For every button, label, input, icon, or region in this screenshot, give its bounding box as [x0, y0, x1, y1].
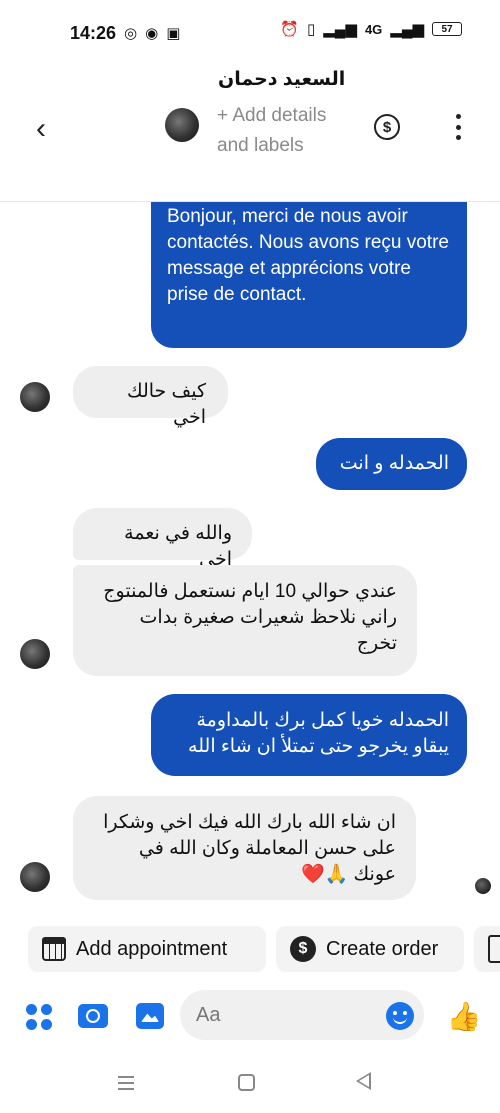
more-vertical-icon	[455, 114, 461, 119]
status-bar: 14:26 ◎ ◉ ▣ ⏰ ▯ ▂▄▆ 4G ▂▄▆ 57	[0, 0, 500, 66]
calendar-icon	[42, 937, 66, 961]
apps-icon[interactable]	[26, 1004, 52, 1030]
signal-icon: ▂▄▆	[323, 21, 357, 38]
contact-avatar[interactable]	[165, 108, 199, 142]
create-order-button[interactable]: $ Create order	[276, 926, 464, 972]
dollar-icon: $	[382, 118, 392, 136]
instagram-icon: ▣	[166, 25, 181, 42]
conversation-header: ‹ السعيد دحمان + Add details and labels …	[0, 66, 500, 202]
thumbs-up-icon[interactable]: 👍	[447, 1000, 482, 1032]
message-bubble-incoming[interactable]: ان شاء الله بارك الله فيك اخي وشكرا على …	[73, 796, 416, 900]
add-details-link[interactable]: + Add details and labels	[217, 101, 347, 161]
vibrate-icon: ▯	[306, 21, 316, 38]
status-left: 14:26 ◎ ◉ ▣	[70, 23, 180, 44]
add-appointment-label: Add appointment	[76, 937, 228, 960]
status-right: ⏰ ▯ ▂▄▆ 4G ▂▄▆ 57	[280, 20, 462, 38]
seen-indicator-avatar	[475, 878, 491, 894]
message-bubble-incoming[interactable]: كيف حالك اخي	[73, 366, 228, 428]
messenger-icon: ◉	[145, 25, 159, 42]
alarm-icon: ⏰	[280, 21, 299, 38]
message-composer: Aa 👍	[0, 988, 500, 1044]
recent-apps-button[interactable]	[118, 1076, 134, 1090]
message-input-placeholder: Aa	[196, 1003, 221, 1026]
home-button[interactable]	[238, 1074, 255, 1091]
message-bubble-outgoing[interactable]: الحمدله خويا كمل برك بالمداومة يبقاو يخر…	[151, 694, 467, 776]
emoji-icon[interactable]	[386, 1002, 414, 1030]
contact-avatar-small	[20, 382, 50, 412]
image-icon[interactable]	[136, 1003, 164, 1029]
back-nav-button[interactable]	[356, 1072, 371, 1090]
message-bubble-incoming[interactable]: والله في نعمة اخي	[73, 508, 252, 570]
battery-indicator: 57	[432, 22, 462, 36]
back-button[interactable]: ‹	[24, 112, 58, 146]
chevron-left-icon: ‹	[36, 112, 46, 145]
create-order-label: Create order	[326, 937, 439, 960]
quick-actions-bar: Add appointment $ Create order	[0, 926, 500, 972]
dollar-button[interactable]: $	[374, 114, 400, 140]
message-bubble-outgoing[interactable]: Bonjour, merci de nous avoir contactés. …	[151, 202, 467, 348]
status-time: 14:26	[70, 22, 117, 43]
dollar-circle-icon: $	[290, 936, 316, 962]
signal-icon: ▂▄▆	[390, 21, 424, 38]
more-quick-action-button[interactable]	[474, 926, 500, 972]
message-bubble-outgoing[interactable]: الحمدله و انت	[316, 438, 467, 490]
contact-avatar-small	[20, 862, 50, 892]
document-icon	[488, 935, 500, 963]
contact-name[interactable]: السعيد دحمان	[218, 68, 345, 91]
camera-icon[interactable]	[78, 1004, 108, 1028]
system-navigation-bar	[0, 1060, 500, 1113]
message-bubble-incoming[interactable]: عندي حوالي 10 ايام نستعمل فالمنتوج راني …	[73, 565, 417, 676]
contact-avatar-small	[20, 639, 50, 669]
network-type-label: 4G	[364, 21, 383, 37]
whatsapp-icon: ◎	[124, 25, 138, 42]
more-options-button[interactable]	[448, 114, 468, 140]
add-appointment-button[interactable]: Add appointment	[28, 926, 266, 972]
